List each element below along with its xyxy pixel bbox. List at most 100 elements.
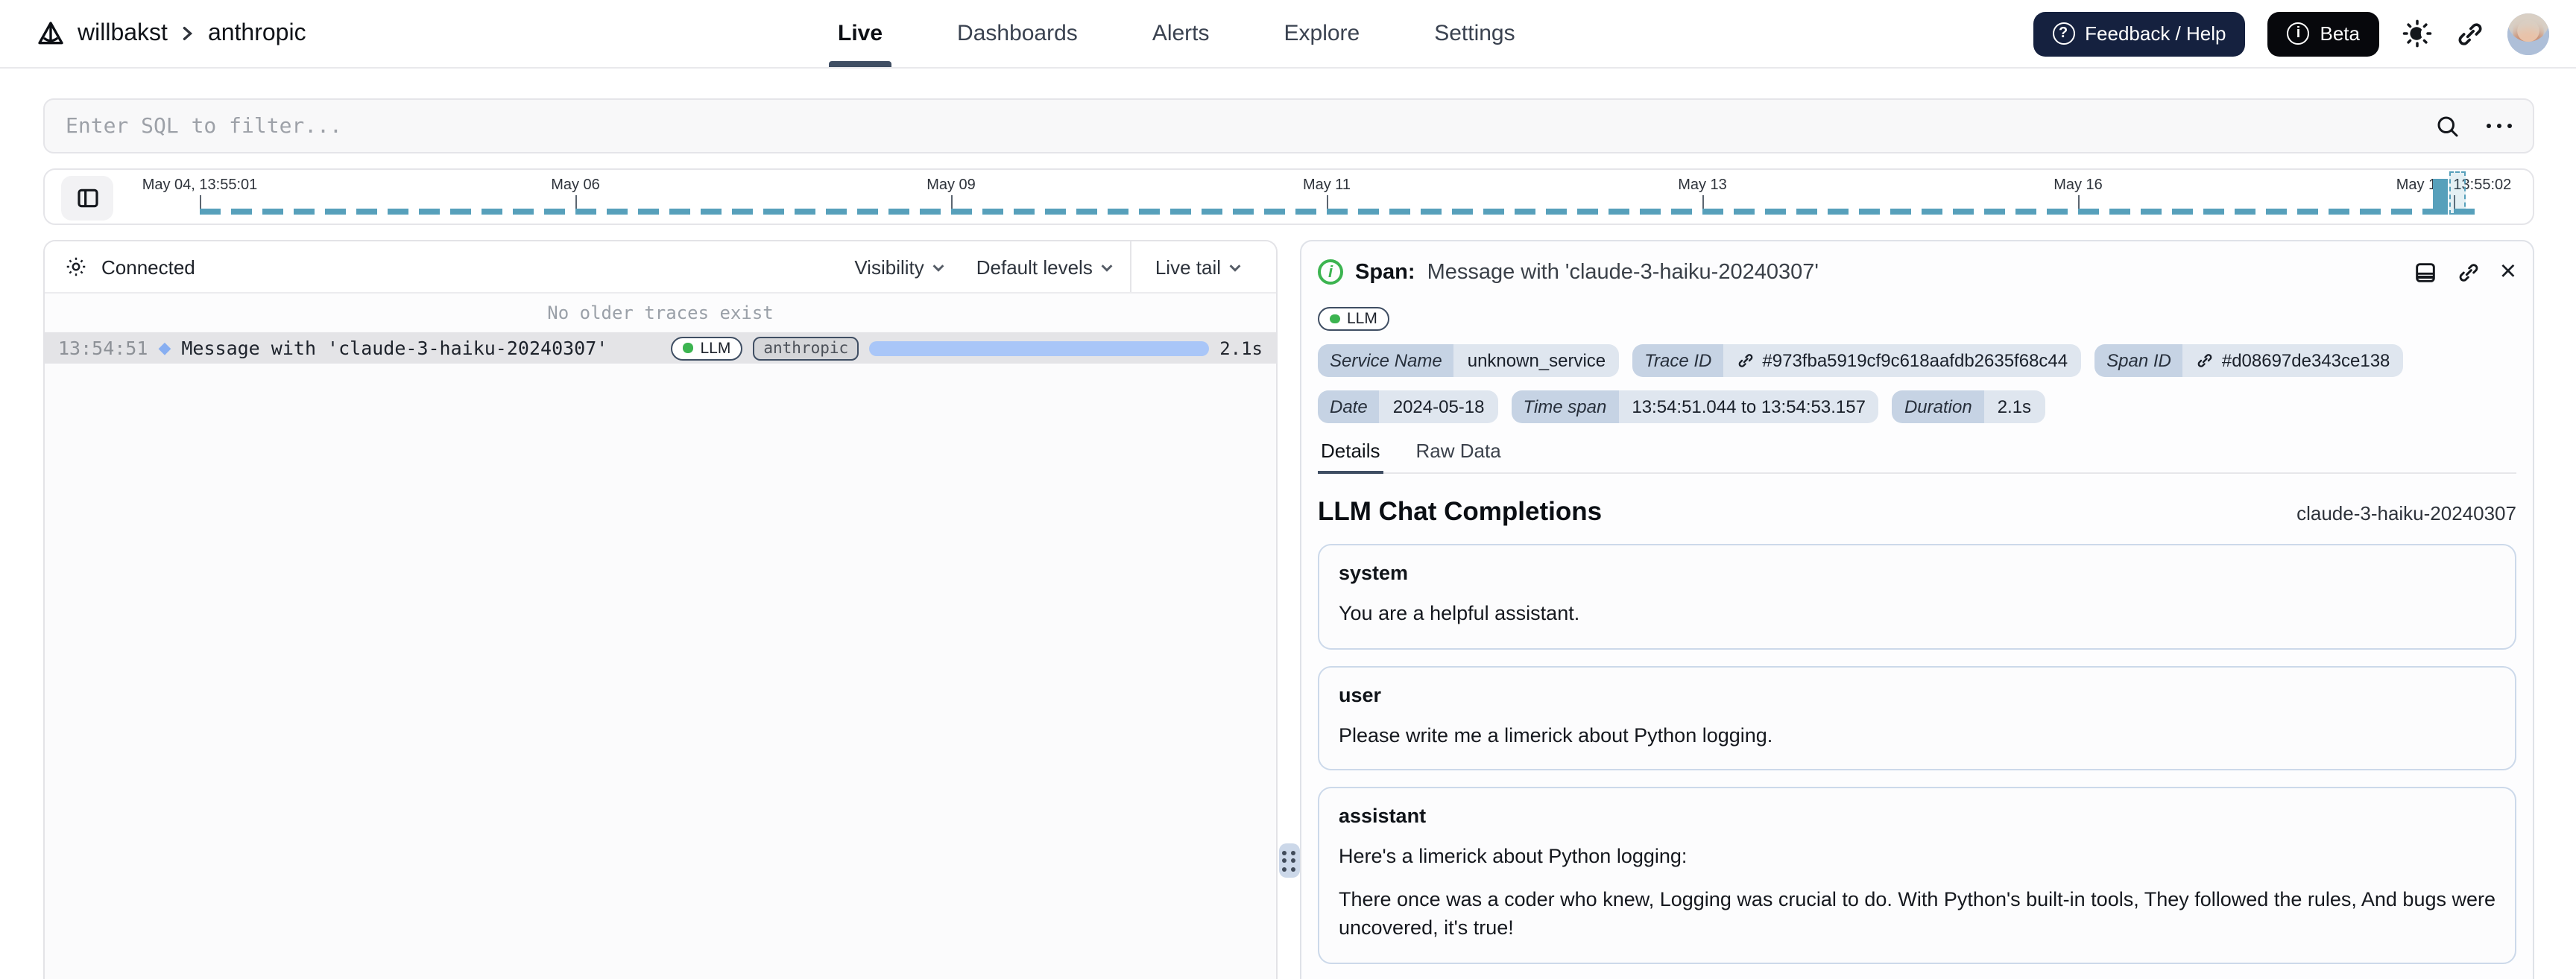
search-icon[interactable] bbox=[2434, 113, 2460, 139]
logfire-logo-icon[interactable] bbox=[36, 19, 66, 48]
span-diamond-icon: ◆ bbox=[158, 338, 171, 358]
filter-section: Enter SQL to filter... bbox=[0, 69, 2576, 153]
attribute-value: #973fba5919cf9c618aafdb2635f68c44 bbox=[1762, 350, 2068, 371]
link-icon bbox=[2455, 19, 2485, 48]
llm-tag-badge: LLM bbox=[671, 336, 743, 360]
trace-timestamp: 13:54:51 bbox=[58, 337, 148, 359]
span-id-attribute[interactable]: Span ID #d08697de343ce138 bbox=[2094, 344, 2404, 377]
green-dot-icon bbox=[1330, 314, 1339, 323]
timeline-tick bbox=[951, 195, 953, 210]
sql-filter-input[interactable]: Enter SQL to filter... bbox=[43, 98, 2534, 153]
no-older-traces-message: No older traces exist bbox=[45, 294, 1276, 331]
timeline-label: May 16 bbox=[2053, 177, 2103, 194]
tab-settings[interactable]: Settings bbox=[1425, 0, 1524, 67]
beta-button[interactable]: i Beta bbox=[2267, 11, 2379, 56]
timeline-label: May 11 bbox=[1302, 177, 1351, 194]
timeline-dashed-line bbox=[200, 209, 2484, 215]
span-attributes-row-2: Date 2024-05-18 Time span 13:54:51.044 t… bbox=[1318, 390, 2516, 423]
theme-toggle-button[interactable] bbox=[2402, 18, 2433, 49]
visibility-label: Visibility bbox=[854, 256, 924, 278]
message-card-user: user Please write me a limerick about Py… bbox=[1318, 665, 2516, 771]
main-tabs: Live Dashboards Alerts Explore Settings bbox=[829, 0, 1524, 67]
tab-explore[interactable]: Explore bbox=[1275, 0, 1369, 67]
breadcrumb-org[interactable]: willbakst bbox=[78, 20, 168, 47]
llm-tag-badge: LLM bbox=[1318, 306, 1389, 331]
message-content: You are a helpful assistant. bbox=[1339, 602, 1580, 624]
message-content: There once was a coder who knew, Logging… bbox=[1339, 887, 2496, 940]
tab-dashboards[interactable]: Dashboards bbox=[948, 0, 1087, 67]
panel-divider bbox=[1278, 240, 1300, 979]
trace-row[interactable]: 13:54:51 ◆ Message with 'claude-3-haiku-… bbox=[45, 332, 1276, 364]
span-header-label: Span: bbox=[1355, 260, 1415, 284]
time-span-attribute: Time span 13:54:51.044 to 13:54:53.157 bbox=[1511, 390, 1879, 423]
visibility-dropdown[interactable]: Visibility bbox=[839, 241, 961, 292]
sql-filter-placeholder: Enter SQL to filter... bbox=[66, 114, 342, 138]
more-options-icon[interactable] bbox=[2486, 123, 2512, 129]
attribute-value: 13:54:51.044 to 13:54:53.157 bbox=[1618, 390, 1879, 423]
date-attribute: Date 2024-05-18 bbox=[1318, 390, 1498, 423]
feedback-help-label: Feedback / Help bbox=[2085, 22, 2226, 45]
scope-tag-badge: anthropic bbox=[753, 336, 859, 360]
trace-id-attribute[interactable]: Trace ID #973fba5919cf9c618aafdb2635f68c… bbox=[1632, 344, 2082, 377]
user-avatar[interactable] bbox=[2507, 13, 2549, 54]
timeline-axis: May 04, 13:55:01 May 06 May 09 May 11 Ma… bbox=[45, 170, 2533, 224]
span-detail-panel: i Span: Message with 'claude-3-haiku-202… bbox=[1300, 240, 2534, 979]
llm-section-header: LLM Chat Completions claude-3-haiku-2024… bbox=[1318, 496, 2516, 527]
message-card-assistant: assistant Here's a limerick about Python… bbox=[1318, 787, 2516, 964]
close-icon[interactable]: × bbox=[2500, 258, 2516, 286]
default-levels-dropdown[interactable]: Default levels bbox=[962, 241, 1130, 292]
section-title: LLM Chat Completions bbox=[1318, 496, 1603, 526]
timeline[interactable]: May 04, 13:55:01 May 06 May 09 May 11 Ma… bbox=[43, 168, 2534, 225]
tab-live[interactable]: Live bbox=[829, 0, 892, 67]
span-tags: LLM bbox=[1318, 304, 2516, 331]
app-window: willbakst anthropic Live Dashboards Aler… bbox=[0, 0, 2576, 979]
traces-panel: Connected Visibility Default levels Live… bbox=[43, 240, 1278, 979]
attribute-value: 2024-05-18 bbox=[1379, 390, 1498, 423]
message-content: Here's a limerick about Python logging: bbox=[1339, 845, 1688, 868]
attribute-label: Time span bbox=[1511, 390, 1619, 423]
info-circle-icon: i bbox=[2287, 22, 2310, 45]
timeline-tick bbox=[2078, 195, 2080, 210]
content-panels: Connected Visibility Default levels Live… bbox=[43, 240, 2534, 979]
chevron-down-icon bbox=[1099, 259, 1115, 275]
span-attributes-row-1: Service Name unknown_service Trace ID #9… bbox=[1318, 344, 2516, 377]
trace-duration-bar bbox=[869, 340, 1210, 355]
panel-resize-handle[interactable] bbox=[1278, 843, 1299, 878]
traces-panel-header: Connected Visibility Default levels Live… bbox=[45, 241, 1276, 294]
connection-status: Connected bbox=[101, 256, 195, 278]
attribute-label: Span ID bbox=[2094, 344, 2183, 377]
attribute-label: Date bbox=[1318, 390, 1380, 423]
attribute-value: unknown_service bbox=[1453, 344, 1620, 377]
top-nav: willbakst anthropic Live Dashboards Aler… bbox=[0, 0, 2576, 69]
timeline-tick bbox=[200, 195, 201, 210]
breadcrumb-chevron-icon bbox=[180, 25, 196, 42]
feedback-help-button[interactable]: ? Feedback / Help bbox=[2033, 11, 2246, 56]
beta-label: Beta bbox=[2320, 22, 2361, 45]
theme-sun-moon-icon bbox=[2402, 18, 2433, 49]
trace-duration-value: 2.1s bbox=[1219, 338, 1263, 358]
link-icon bbox=[2197, 352, 2214, 370]
tab-raw-data[interactable]: Raw Data bbox=[1413, 440, 1504, 472]
timeline-label: May 04, 13:55:01 bbox=[142, 177, 258, 194]
timeline-selection-window[interactable] bbox=[2449, 171, 2466, 215]
duration-attribute: Duration 2.1s bbox=[1892, 390, 2045, 423]
span-detail-tabs: Details Raw Data bbox=[1318, 440, 2516, 474]
timeline-label: May 06 bbox=[551, 177, 600, 194]
live-tail-dropdown[interactable]: Live tail bbox=[1129, 241, 1276, 292]
timeline-section: May 04, 13:55:01 May 06 May 09 May 11 Ma… bbox=[0, 153, 2576, 225]
attribute-label: Duration bbox=[1892, 390, 1984, 423]
tab-details[interactable]: Details bbox=[1318, 440, 1383, 474]
timeline-tick bbox=[575, 195, 577, 210]
span-link-icon[interactable] bbox=[2457, 260, 2481, 284]
timeline-label: May 13 bbox=[1678, 177, 1727, 194]
tab-alerts[interactable]: Alerts bbox=[1143, 0, 1219, 67]
panel-bottom-icon[interactable] bbox=[2414, 260, 2437, 284]
share-link-button[interactable] bbox=[2455, 19, 2485, 48]
gear-icon[interactable] bbox=[64, 255, 88, 279]
message-role: assistant bbox=[1339, 805, 1427, 828]
breadcrumb: willbakst anthropic bbox=[36, 19, 306, 48]
question-circle-icon: ? bbox=[2052, 22, 2075, 45]
span-info-icon: i bbox=[1318, 259, 1343, 285]
message-role: system bbox=[1339, 562, 1409, 584]
breadcrumb-project[interactable]: anthropic bbox=[208, 20, 306, 47]
